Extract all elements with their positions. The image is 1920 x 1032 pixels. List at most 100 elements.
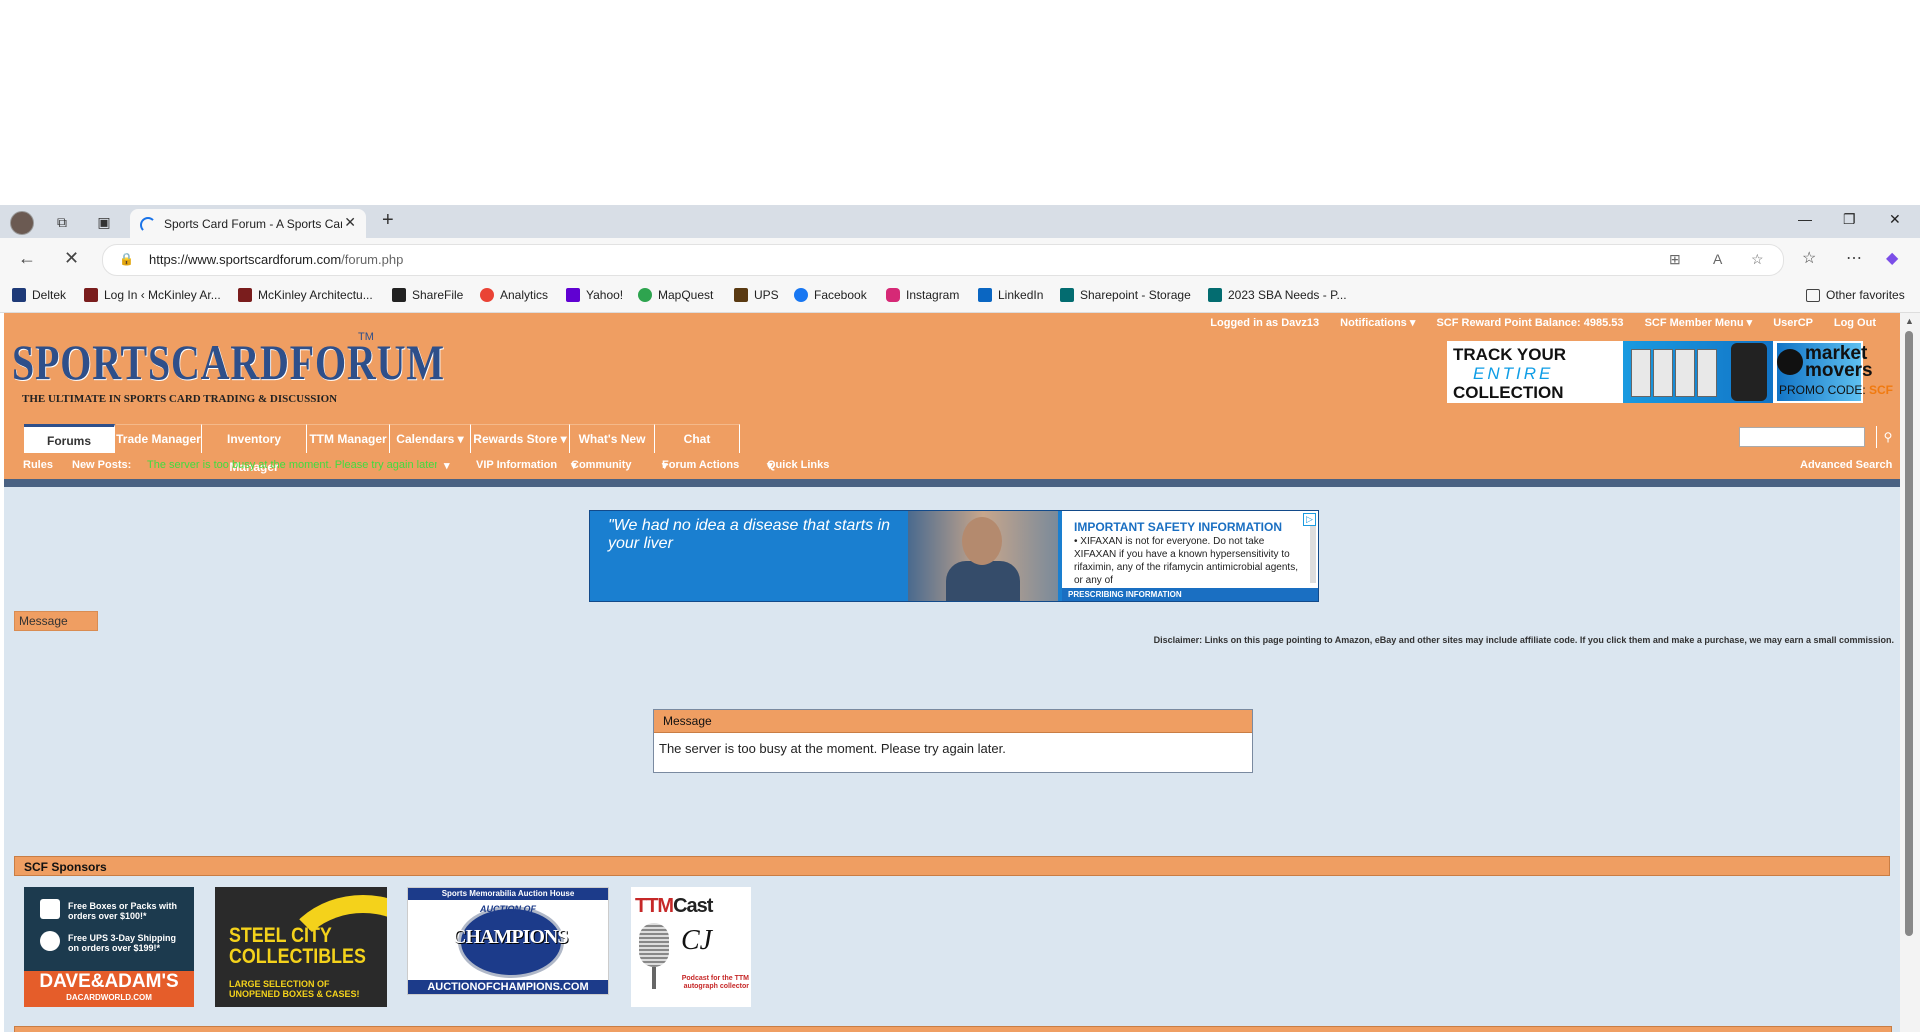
- restore-icon[interactable]: ❐: [1843, 211, 1856, 228]
- message-box: Message The server is too busy at the mo…: [653, 709, 1253, 773]
- ups-icon: [40, 931, 60, 951]
- safety-information: IMPORTANT SAFETY INFORMATION • XIFAXAN i…: [1062, 511, 1318, 601]
- isi-header: IMPORTANT SAFETY INFORMATION: [1074, 520, 1282, 534]
- microphone-icon: [639, 923, 669, 967]
- bookmark-sba-needs[interactable]: 2023 SBA Needs - P...: [1208, 288, 1347, 302]
- ttmcast-name: TTMCast: [635, 895, 713, 917]
- read-aloud-icon[interactable]: A: [1713, 251, 1722, 267]
- user-links: Logged in as Davz13 Notifications ▾ SCF …: [1192, 316, 1876, 329]
- advanced-search-link[interactable]: Advanced Search: [1800, 459, 1892, 471]
- bookmark-yahoo[interactable]: Yahoo!: [566, 288, 623, 302]
- community-menu[interactable]: Community ▾: [571, 459, 632, 472]
- bookmark-analytics[interactable]: Analytics: [480, 288, 548, 302]
- mic-stand: [652, 967, 656, 989]
- app-available-icon[interactable]: ⊞: [1669, 251, 1681, 268]
- sponsor-ttmcast[interactable]: TTMCast CJ Podcast for the TTM autograph…: [631, 887, 751, 1007]
- browser-tab[interactable]: Sports Card Forum - A Sports Car ✕: [130, 209, 366, 238]
- search-icon: ⚲: [1883, 430, 1893, 444]
- close-window-icon[interactable]: ✕: [1889, 211, 1901, 228]
- market-movers-icon: [1777, 349, 1803, 375]
- promo-code: PROMO CODE: SCF: [1779, 383, 1894, 397]
- bookmark-mapquest[interactable]: MapQuest: [638, 288, 713, 302]
- member-menu[interactable]: SCF Member Menu ▾: [1645, 317, 1753, 329]
- sponsor-dave-adams[interactable]: Free Boxes or Packs with orders over $10…: [24, 887, 194, 1007]
- sponsor-auction-of-champions[interactable]: Sports Memorabilia Auction House AUCTION…: [407, 887, 609, 995]
- back-icon[interactable]: ←: [18, 248, 36, 269]
- tab-trade-manager[interactable]: Trade Manager: [116, 424, 202, 453]
- scroll-thumb[interactable]: [1905, 331, 1913, 936]
- search-input[interactable]: [1739, 427, 1865, 447]
- tab-title: Sports Card Forum - A Sports Car: [164, 217, 342, 231]
- bookmark-mckinley-architecture[interactable]: McKinley Architectu...: [238, 288, 373, 302]
- bookmark-facebook[interactable]: Facebook: [794, 288, 867, 302]
- profile-avatar[interactable]: [10, 211, 34, 235]
- google-icon: [480, 288, 494, 302]
- champions-name: CHAMPIONS: [452, 926, 568, 948]
- browser-tab-bar: ⧉ ▣ Sports Card Forum - A Sports Car ✕ +…: [0, 205, 1920, 238]
- bookmark-instagram[interactable]: Instagram: [886, 288, 959, 302]
- tab-rewards-store[interactable]: Rewards Store ▾: [471, 424, 570, 453]
- logo-text: SPORTSCARDFORUM: [12, 334, 445, 390]
- tab-actions-icon[interactable]: ▣: [94, 212, 114, 232]
- header-divider: [4, 479, 1900, 487]
- message-header: Message: [654, 710, 1252, 733]
- tab-forums[interactable]: Forums: [24, 424, 115, 453]
- site-tagline: THE ULTIMATE IN SPORTS CARD TRADING & DI…: [22, 393, 338, 405]
- tab-chat[interactable]: Chat: [655, 424, 740, 453]
- sponsor-steel-city[interactable]: STEEL CITY COLLECTIBLES LARGE SELECTION …: [215, 887, 387, 1007]
- tab-inventory-manager[interactable]: Inventory Manager: [202, 424, 307, 474]
- quick-links-menu[interactable]: Quick Links ▾: [767, 459, 829, 472]
- new-posts-label[interactable]: New Posts:: [72, 459, 131, 471]
- yahoo-icon: [566, 288, 580, 302]
- mckinley-icon: [84, 288, 98, 302]
- rules-link[interactable]: Rules: [23, 459, 53, 471]
- bookmark-login-mckinley[interactable]: Log In ‹ McKinley Ar...: [84, 288, 221, 302]
- workspaces-icon[interactable]: ⧉: [52, 212, 72, 232]
- ups-icon: [734, 288, 748, 302]
- stop-loading-icon[interactable]: ✕: [64, 248, 79, 269]
- favorites-icon[interactable]: ☆: [1802, 248, 1816, 268]
- more-menu-icon[interactable]: ⋯: [1846, 248, 1862, 268]
- bookmark-ups[interactable]: UPS: [734, 288, 779, 302]
- champions-auction: AUCTION OF: [480, 904, 536, 914]
- site-logo[interactable]: SPORTSCARDFORUM TM THE ULTIMATE IN SPORT…: [12, 331, 553, 405]
- phone-image: [1731, 343, 1767, 401]
- vip-information-link[interactable]: VIP Information: [476, 459, 557, 471]
- logout-link[interactable]: Log Out: [1834, 317, 1876, 329]
- sponsors-header: SCF Sponsors: [14, 856, 1890, 876]
- facebook-icon: [794, 288, 808, 302]
- notifications-menu[interactable]: Notifications ▾: [1340, 317, 1415, 329]
- scroll-up-icon[interactable]: ▲: [1905, 316, 1914, 326]
- other-favorites[interactable]: Other favorites: [1806, 288, 1905, 302]
- forum-actions-menu[interactable]: Forum Actions ▾: [662, 459, 739, 472]
- market-movers-ad[interactable]: TRACK YOUR ENTIRE COLLECTION market mover…: [1447, 341, 1893, 403]
- bookmark-sharefile[interactable]: ShareFile: [392, 288, 463, 302]
- prescribing-info-link[interactable]: PRESCRIBING INFORMATION: [1062, 588, 1318, 601]
- new-posts-dropdown-icon[interactable]: ▾: [444, 459, 450, 472]
- new-tab-icon[interactable]: +: [382, 209, 394, 232]
- sharefile-icon: [392, 288, 406, 302]
- copilot-icon[interactable]: ◆: [1886, 248, 1898, 268]
- bookmark-sharepoint-storage[interactable]: Sharepoint - Storage: [1060, 288, 1191, 302]
- affiliate-disclaimer: Disclaimer: Links on this page pointing …: [1153, 635, 1894, 645]
- search-button[interactable]: ⚲: [1876, 426, 1899, 448]
- bookmark-deltek[interactable]: Deltek: [12, 288, 66, 302]
- bookmark-linkedin[interactable]: LinkedIn: [978, 288, 1043, 302]
- xifaxan-ad[interactable]: "We had no idea a disease that starts in…: [589, 510, 1319, 602]
- tab-whats-new[interactable]: What's New: [570, 424, 655, 453]
- gift-icon: [40, 899, 60, 919]
- tab-ttm-manager[interactable]: TTM Manager: [307, 424, 390, 453]
- minimize-icon[interactable]: —: [1798, 211, 1812, 227]
- reward-balance-link[interactable]: SCF Reward Point Balance: 4985.53: [1436, 317, 1623, 329]
- page-content: SPORTSCARDFORUM TM THE ULTIMATE IN SPORT…: [4, 313, 1900, 1032]
- address-bar[interactable]: 🔒 https://www.sportscardforum.com/forum.…: [102, 244, 1784, 276]
- linkedin-icon: [978, 288, 992, 302]
- adchoices-icon[interactable]: ▷: [1303, 513, 1316, 526]
- page-scrollbar[interactable]: ▲: [1900, 313, 1920, 1032]
- tab-calendars[interactable]: Calendars ▾: [390, 424, 471, 453]
- ad-quote: "We had no idea a disease that starts in…: [608, 517, 890, 552]
- favorite-star-icon[interactable]: ☆: [1751, 251, 1764, 268]
- close-tab-icon[interactable]: ✕: [344, 214, 356, 231]
- usercp-link[interactable]: UserCP: [1773, 317, 1813, 329]
- mapquest-icon: [638, 288, 652, 302]
